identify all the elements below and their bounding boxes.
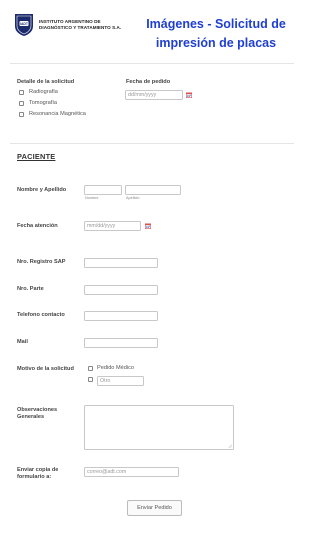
svg-text:IADT: IADT <box>20 22 29 26</box>
section-divider <box>10 143 294 144</box>
phone-input[interactable] <box>84 311 158 321</box>
first-name-sublabel: Nombre <box>85 196 99 200</box>
sap-label: Nro. Registro SAP <box>17 259 66 265</box>
submit-button[interactable]: Enviar Pedido <box>127 500 182 516</box>
resize-handle-icon[interactable] <box>228 444 232 448</box>
header-divider <box>10 63 294 64</box>
option-label: Radiografía <box>29 89 58 95</box>
attention-date-input[interactable]: mm/dd/yyyy <box>84 221 141 231</box>
detail-label: Detalle de la solicitud <box>17 79 75 85</box>
checkbox-resonancia[interactable] <box>19 112 24 117</box>
phone-label: Telefono contacto <box>17 312 65 318</box>
company-logo: IADT INSTITUTO ARGENTINO DE DIAGNÓSTICO … <box>14 12 126 38</box>
title-line-2: impresión de placas <box>155 36 277 50</box>
checkbox-radiografia[interactable] <box>19 90 24 95</box>
title-line-1: Imágenes - Solicitud de <box>146 17 286 31</box>
part-label: Nro. Parte <box>17 286 44 292</box>
mail-input[interactable] <box>84 338 158 348</box>
option-label: Resonancia Magnética <box>29 111 86 117</box>
observations-label: Observaciones Generales <box>17 407 57 421</box>
checkbox-tomografia[interactable] <box>19 101 24 106</box>
copy-label: Enviar copia de formulario a: <box>17 467 58 481</box>
observations-label-line-1: Observaciones <box>17 407 58 413</box>
section-title-paciente: PACIENTE <box>17 152 56 161</box>
reason-label: Motivo de la solicitud <box>17 366 74 372</box>
first-name-input[interactable] <box>84 185 122 195</box>
last-name-input[interactable] <box>125 185 181 195</box>
shield-logo-icon: IADT <box>15 14 33 36</box>
reason-option-label: Pedido Médico <box>97 365 135 371</box>
attention-date-label: Fecha atención <box>17 223 58 229</box>
option-label: Tomografía <box>29 100 57 106</box>
other-input[interactable]: Otro <box>97 376 144 386</box>
observations-textarea[interactable] <box>84 405 234 450</box>
checkbox-pedido-medico[interactable] <box>88 366 93 371</box>
copy-label-line-2: formulario a: <box>17 474 52 480</box>
calendar-icon[interactable] <box>145 223 151 229</box>
observations-label-line-2: Generales <box>17 414 45 420</box>
checkbox-otro[interactable] <box>88 377 93 382</box>
logo-line-2: DIAGNÓSTICO Y TRATAMIENTO S.A. <box>39 25 122 30</box>
sap-input[interactable] <box>84 258 158 268</box>
copy-email-input[interactable]: correo@adt.com <box>84 467 179 477</box>
copy-label-line-1: Enviar copia de <box>17 467 59 473</box>
request-date-input[interactable]: dd/mm/yyyy <box>125 90 183 100</box>
name-label: Nombre y Apellido <box>17 187 67 193</box>
calendar-icon[interactable] <box>186 92 192 98</box>
part-input[interactable] <box>84 285 158 295</box>
request-date-label: Fecha de pedido <box>126 79 171 85</box>
last-name-sublabel: Apellido <box>126 196 140 200</box>
page-title: Imágenes - Solicitud de impresión de pla… <box>136 15 296 53</box>
mail-label: Mail <box>17 339 28 345</box>
